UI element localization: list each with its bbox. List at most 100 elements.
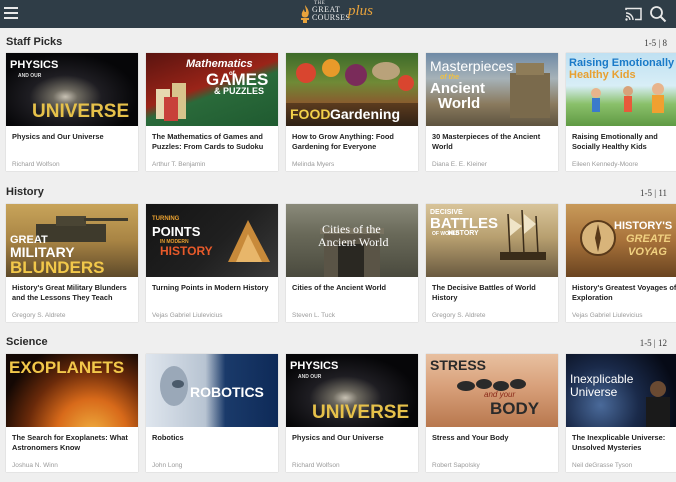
thumbnail-text: EXOPLANETS bbox=[9, 358, 125, 377]
course-card[interactable]: GREAT MILITARY BLUNDERS History's Great … bbox=[6, 204, 138, 322]
space-capsule-graphic bbox=[228, 220, 270, 262]
course-title: The Search for Exoplanets: What Astronom… bbox=[12, 433, 128, 452]
course-title: 30 Masterpieces of the Ancient World bbox=[432, 132, 541, 151]
thumbnail-text: POINTS bbox=[152, 224, 201, 239]
course-thumbnail: DECISIVE BATTLES OF WORLD HISTORY bbox=[426, 204, 558, 277]
course-thumbnail: Mathematics of GAMES & PUZZLES bbox=[146, 53, 278, 126]
course-thumbnail: Cities of the Ancient World bbox=[286, 204, 418, 277]
course-thumbnail: PHYSICS AND OUR UNIVERSE bbox=[286, 354, 418, 427]
course-author: Vejas Gabriel Liulevicius bbox=[572, 312, 643, 319]
course-author: Richard Wolfson bbox=[292, 462, 340, 469]
course-card[interactable]: PHYSICS AND OUR UNIVERSE Physics and Our… bbox=[6, 53, 138, 171]
thumbnail-text: HISTORY'S bbox=[614, 220, 673, 232]
course-author: John Long bbox=[152, 462, 183, 469]
course-author: Eileen Kennedy-Moore bbox=[572, 161, 639, 168]
thumbnail-text: Mathematics bbox=[186, 58, 253, 70]
thumbnail-text: UNIVERSE bbox=[32, 101, 130, 122]
course-author: Diana E. E. Kleiner bbox=[432, 161, 487, 168]
thumbnail-text: VOYAG bbox=[628, 246, 667, 258]
course-card[interactable]: HISTORY'S GREATE VOYAG History's Greates… bbox=[566, 204, 676, 322]
course-author: Melinda Myers bbox=[292, 161, 335, 168]
course-title: History's Great Military Blunders and th… bbox=[12, 283, 127, 302]
robot-head-graphic bbox=[160, 366, 188, 406]
course-card[interactable]: Raising Emotionally Healthy Kids Raising… bbox=[566, 53, 676, 171]
course-title: Robotics bbox=[152, 433, 184, 442]
course-author: Arthur T. Benjamin bbox=[152, 161, 206, 168]
course-thumbnail: STRESS and your BODY bbox=[426, 354, 558, 427]
thumbnail-text: Healthy Kids bbox=[569, 69, 636, 81]
presenter-graphic bbox=[646, 381, 670, 427]
thumbnail-text: and your bbox=[484, 390, 516, 399]
section-count-staff-picks[interactable]: 1-5 | 8 bbox=[644, 38, 667, 48]
course-author: Robert Sapolsky bbox=[432, 462, 480, 469]
hamburger-menu-icon[interactable] bbox=[4, 7, 18, 20]
thumbnail-text: & PUZZLES bbox=[214, 86, 265, 96]
thumbnail-text: Inexplicable bbox=[570, 372, 634, 386]
course-title: The Decisive Battles of World History bbox=[432, 283, 536, 302]
thumbnail-text: ROBOTICS bbox=[190, 384, 264, 400]
course-card[interactable]: Masterpieces of the Ancient World 30 Mas… bbox=[426, 53, 558, 171]
thumbnail-text: Universe bbox=[570, 385, 618, 399]
lamp-flame-icon bbox=[301, 5, 309, 23]
course-author: Neil deGrasse Tyson bbox=[572, 462, 633, 469]
course-thumbnail: EXOPLANETS bbox=[6, 354, 138, 427]
course-author: Joshua N. Winn bbox=[12, 462, 58, 469]
thumbnail-text: GREATE bbox=[626, 233, 672, 245]
course-thumbnail: ROBOTICS bbox=[146, 354, 278, 427]
thumbnail-text: Gardening bbox=[330, 106, 401, 122]
section-title-staff-picks: Staff Picks bbox=[6, 36, 63, 48]
course-card[interactable]: TURNING POINTS IN MODERN HISTORY Turning… bbox=[146, 204, 278, 322]
course-thumbnail: PHYSICS AND OUR UNIVERSE bbox=[6, 53, 138, 126]
section-count-history[interactable]: 1-5 | 11 bbox=[640, 188, 667, 198]
course-card[interactable]: ROBOTICS Robotics John Long bbox=[146, 354, 278, 472]
great-courses-plus-logo[interactable]: THE GREAT COURSES plus bbox=[298, 1, 378, 27]
cast-icon[interactable] bbox=[625, 7, 642, 21]
thumbnail-text: PHYSICS bbox=[290, 360, 339, 372]
course-thumbnail: FOOD Gardening bbox=[286, 53, 418, 126]
thumbnail-text: STRESS bbox=[430, 357, 487, 373]
section-title-science: Science bbox=[6, 336, 48, 348]
course-card[interactable]: STRESS and your BODY Stress and Your Bod… bbox=[426, 354, 558, 472]
course-title: Cities of the Ancient World bbox=[292, 283, 387, 292]
thumbnail-text: Ancient World bbox=[318, 235, 389, 249]
course-title: The Inexplicable Universe: Unsolved Myst… bbox=[572, 433, 666, 452]
section-count-science[interactable]: 1-5 | 12 bbox=[640, 338, 667, 348]
course-card[interactable]: Mathematics of GAMES & PUZZLES The Mathe… bbox=[146, 53, 278, 171]
course-thumbnail: Raising Emotionally Healthy Kids bbox=[566, 53, 676, 126]
course-author: Gregory S. Aldrete bbox=[432, 312, 486, 319]
course-title: Stress and Your Body bbox=[432, 433, 509, 442]
thumbnail-text: UNIVERSE bbox=[312, 402, 410, 423]
top-app-bar: THE GREAT COURSES plus bbox=[0, 0, 676, 28]
course-card[interactable]: Inexplicable Universe The Inexplicable U… bbox=[566, 354, 676, 472]
thumbnail-text: World bbox=[438, 95, 481, 112]
thumbnail-text: Masterpieces bbox=[430, 58, 514, 74]
vegetables-graphic bbox=[296, 59, 414, 91]
course-title: Raising Emotionally and Socially Healthy… bbox=[572, 132, 658, 151]
course-thumbnail: Inexplicable Universe bbox=[566, 354, 676, 427]
section-title-history: History bbox=[6, 186, 44, 198]
thumbnail-text: Raising Emotionally bbox=[569, 57, 675, 69]
compass-graphic bbox=[580, 220, 616, 256]
course-card[interactable]: DECISIVE BATTLES OF WORLD HISTORY The De… bbox=[426, 204, 558, 322]
poker-chips-graphic bbox=[156, 83, 186, 121]
course-author: Gregory S. Aldrete bbox=[12, 312, 66, 319]
search-icon[interactable] bbox=[649, 5, 667, 23]
thumbnail-text: BLUNDERS bbox=[10, 258, 105, 277]
thumbnail-text: HISTORY bbox=[160, 244, 213, 258]
course-thumbnail: Masterpieces of the Ancient World bbox=[426, 53, 558, 126]
course-card[interactable]: Cities of the Ancient World Cities of th… bbox=[286, 204, 418, 322]
course-thumbnail: TURNING POINTS IN MODERN HISTORY bbox=[146, 204, 278, 277]
logo-text-courses: COURSES bbox=[312, 13, 351, 22]
course-title: History's Greatest Voyages of Exploratio… bbox=[572, 283, 676, 302]
thumbnail-text: AND OUR bbox=[18, 73, 42, 79]
thumbnail-text: HISTORY bbox=[448, 230, 479, 237]
thumbnail-text: BODY bbox=[490, 399, 540, 418]
course-author: Vejas Gabriel Liulevicius bbox=[152, 312, 223, 319]
course-card[interactable]: FOOD Gardening How to Grow Anything: Foo… bbox=[286, 53, 418, 171]
course-card[interactable]: EXOPLANETS The Search for Exoplanets: Wh… bbox=[6, 354, 138, 472]
course-author: Richard Wolfson bbox=[12, 161, 60, 168]
thumbnail-text: AND OUR bbox=[298, 374, 322, 380]
course-title: Turning Points in Modern History bbox=[152, 283, 269, 292]
course-thumbnail: GREAT MILITARY BLUNDERS bbox=[6, 204, 138, 277]
course-card[interactable]: PHYSICS AND OUR UNIVERSE Physics and Our… bbox=[286, 354, 418, 472]
